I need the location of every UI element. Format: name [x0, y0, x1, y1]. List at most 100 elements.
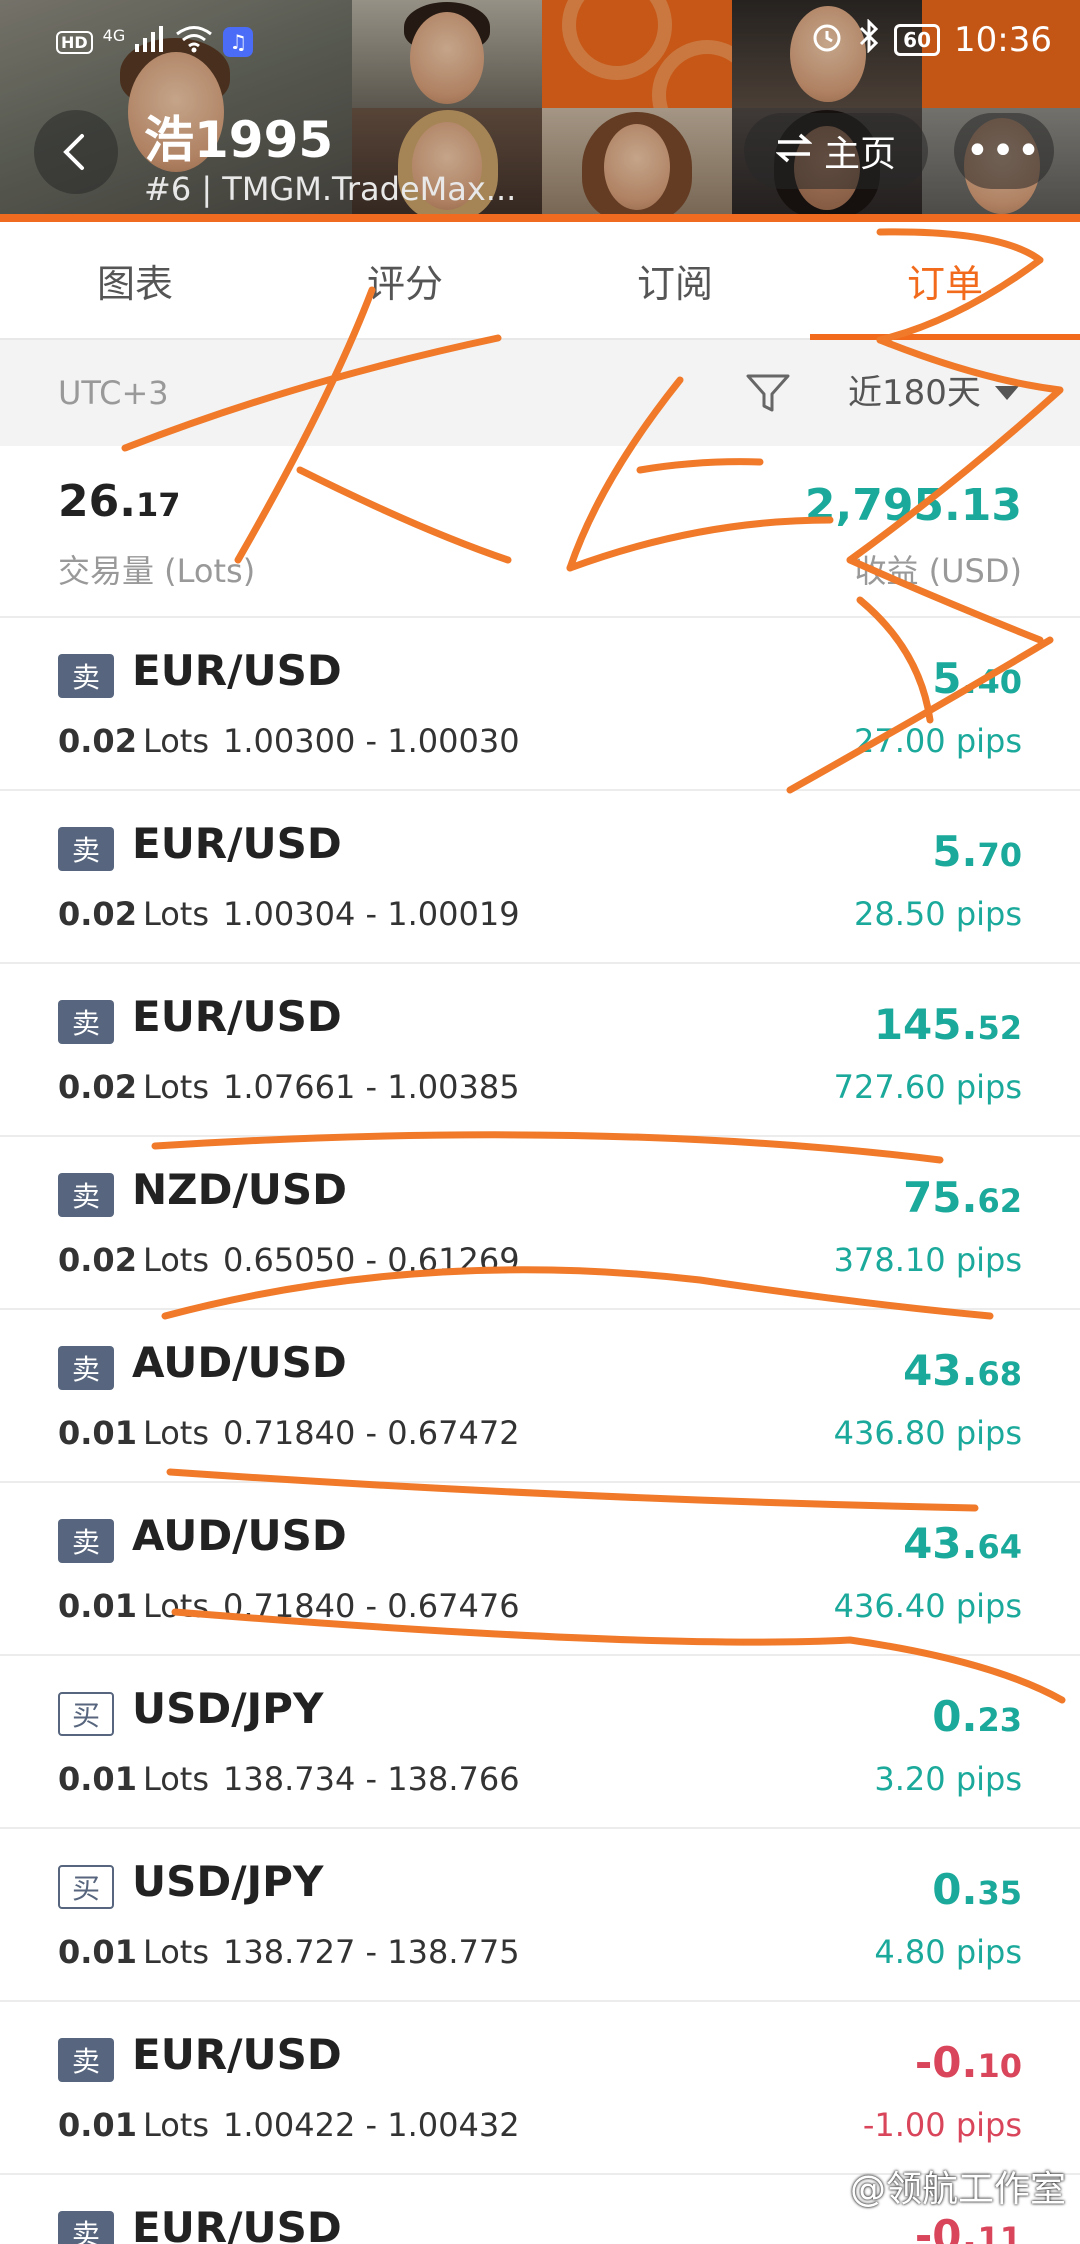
price-range: 1.00304 - 1.00019	[223, 895, 520, 933]
lots-unit: Lots	[142, 1068, 210, 1106]
more-options-button[interactable]: •••	[954, 113, 1054, 189]
timezone-label: UTC+3	[58, 374, 169, 412]
trader-subtitle: #6 | TMGM.TradeMax...	[144, 170, 517, 208]
lots-unit: Lots	[142, 1760, 210, 1798]
price-range: 0.71840 - 0.67476	[223, 1587, 520, 1625]
order-profit: 43.64	[903, 1519, 1022, 1568]
symbol: AUD/USD	[132, 1511, 347, 1560]
side-badge: 买	[58, 1692, 114, 1736]
price-range: 1.00300 - 1.00030	[223, 722, 520, 760]
symbol: USD/JPY	[132, 1857, 324, 1906]
status-bar-left: HD 4G ♫	[56, 22, 254, 62]
price-range: 0.71840 - 0.67472	[223, 1414, 520, 1452]
music-app-icon: ♫	[223, 27, 254, 57]
symbol: EUR/USD	[132, 992, 342, 1041]
order-row[interactable]: 卖 EUR/USD 0.02 Lots 1.00300 - 1.00030 5.40 27.…	[0, 618, 1080, 791]
caret-down-icon	[994, 386, 1019, 400]
order-profit: -0.11	[914, 2211, 1022, 2244]
lots-unit: Lots	[142, 895, 210, 933]
lots-unit: Lots	[142, 1414, 210, 1452]
order-detail: 0.01 Lots 0.71840 - 0.67476	[58, 1587, 520, 1625]
order-profit: 5.40	[932, 654, 1022, 703]
lots-unit: Lots	[142, 1241, 210, 1279]
order-pips: -1.00 pips	[862, 2106, 1022, 2144]
clock: 10:36	[954, 20, 1052, 60]
summary-panel: 26.17 交易量 (Lots) 2,795.13 收益 (USD)	[0, 446, 1080, 618]
order-row[interactable]: 卖 NZD/USD 0.02 Lots 0.65050 - 0.61269 75.62 37…	[0, 1137, 1080, 1310]
order-pips: 378.10 pips	[833, 1241, 1022, 1279]
order-pips: 3.20 pips	[874, 1760, 1022, 1798]
order-row[interactable]: 买 USD/JPY 0.01 Lots 138.734 - 138.766 0.23 3.2…	[0, 1656, 1080, 1829]
lots-value: 0.02	[58, 722, 137, 760]
order-detail: 0.01 Lots 138.727 - 138.775	[58, 1933, 520, 1971]
lots-value: 0.02	[58, 1068, 137, 1106]
symbol: EUR/USD	[132, 646, 342, 695]
side-badge: 卖	[58, 1519, 114, 1563]
order-detail: 0.01 Lots 0.71840 - 0.67472	[58, 1414, 520, 1452]
order-row[interactable]: 卖 EUR/USD 0.01 Lots 1.00422 - 1.00432 -0.10 -1…	[0, 2002, 1080, 2175]
symbol: USD/JPY	[132, 1684, 324, 1733]
tab-orders[interactable]: 订单	[810, 222, 1080, 340]
price-range: 1.07661 - 1.00385	[223, 1068, 520, 1106]
lots-unit: Lots	[142, 1587, 210, 1625]
back-button[interactable]	[34, 110, 118, 194]
order-row[interactable]: 卖 EUR/USD 0.02 Lots 1.00304 - 1.00019 5.70 28.…	[0, 791, 1080, 964]
side-badge: 卖	[58, 654, 114, 698]
watermark: @领航工作室	[849, 2169, 1066, 2210]
side-badge: 卖	[58, 2211, 114, 2244]
lots-unit: Lots	[142, 1933, 210, 1971]
order-row[interactable]: 买 USD/JPY 0.01 Lots 138.727 - 138.775 0.35 4.8…	[0, 1829, 1080, 2002]
order-profit: 75.62	[903, 1173, 1022, 1222]
order-detail: 0.01 Lots 138.734 - 138.766	[58, 1760, 520, 1798]
order-list: 卖 EUR/USD 0.02 Lots 1.00300 - 1.00030 5.40 27.…	[0, 618, 1080, 2244]
symbol: EUR/USD	[132, 819, 342, 868]
filter-icon[interactable]	[744, 370, 792, 418]
wifi-icon	[175, 25, 213, 60]
volume-label: 交易量 (Lots)	[58, 552, 256, 590]
order-detail: 0.02 Lots 0.65050 - 0.61269	[58, 1241, 520, 1279]
signal-icon	[135, 25, 165, 59]
order-profit: -0.10	[914, 2038, 1022, 2087]
side-badge: 卖	[58, 2038, 114, 2082]
lots-value: 0.01	[58, 1414, 137, 1452]
order-profit: 0.23	[932, 1692, 1022, 1741]
profit-value: 2,795.13	[804, 480, 1022, 531]
price-range: 138.727 - 138.775	[223, 1933, 520, 1971]
order-row[interactable]: 卖 AUD/USD 0.01 Lots 0.71840 - 0.67476 43.64 43…	[0, 1483, 1080, 1656]
profit-label: 收益 (USD)	[854, 552, 1022, 590]
order-pips: 436.80 pips	[833, 1414, 1022, 1452]
bluetooth-icon	[858, 17, 880, 62]
side-badge: 卖	[58, 827, 114, 871]
order-pips: 727.60 pips	[833, 1068, 1022, 1106]
symbol: EUR/USD	[132, 2203, 342, 2244]
order-row[interactable]: 卖 AUD/USD 0.01 Lots 0.71840 - 0.67472 43.68 43…	[0, 1310, 1080, 1483]
trader-name: 浩1995	[144, 111, 334, 169]
hd-icon: HD	[56, 30, 93, 54]
order-detail: 0.02 Lots 1.00304 - 1.00019	[58, 895, 520, 933]
lots-value: 0.02	[58, 1241, 137, 1279]
period-label: 近180天	[848, 373, 981, 413]
lots-unit: Lots	[142, 2106, 210, 2144]
side-badge: 卖	[58, 1000, 114, 1044]
side-badge: 买	[58, 1865, 114, 1909]
filter-bar: UTC+3 近180天	[0, 340, 1080, 446]
symbol: AUD/USD	[132, 1338, 347, 1387]
home-button[interactable]: 主页	[744, 113, 928, 189]
order-pips: 436.40 pips	[833, 1587, 1022, 1625]
period-selector[interactable]: 近180天	[848, 340, 1019, 446]
order-pips: 27.00 pips	[854, 722, 1022, 760]
tab-subscribe[interactable]: 订阅	[540, 222, 810, 338]
order-pips: 4.80 pips	[874, 1933, 1022, 1971]
tab-rating[interactable]: 评分	[270, 222, 540, 338]
lots-value: 0.01	[58, 1933, 137, 1971]
switch-icon	[775, 131, 813, 172]
battery-icon: 60	[894, 24, 941, 56]
lots-value: 0.02	[58, 895, 137, 933]
network-label: 4G	[102, 25, 126, 45]
order-row[interactable]: 卖 EUR/USD 0.02 Lots 1.07661 - 1.00385 145.52 7…	[0, 964, 1080, 1137]
order-profit: 145.52	[873, 1000, 1022, 1049]
profile-header: HD 4G ♫ 60 10:36 浩1995 #6 | TMGM.TradeMa…	[0, 0, 1080, 222]
lots-value: 0.01	[58, 1587, 137, 1625]
tab-chart[interactable]: 图表	[0, 222, 270, 338]
lots-unit: Lots	[142, 722, 210, 760]
